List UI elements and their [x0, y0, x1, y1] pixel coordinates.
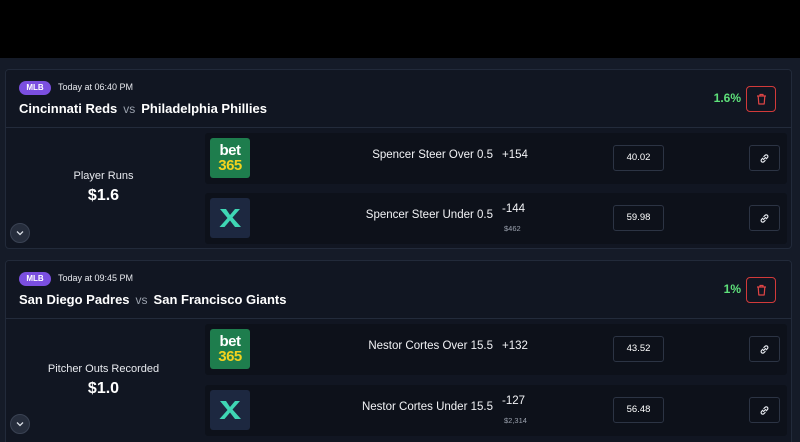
link-button[interactable]	[749, 145, 780, 171]
bet-row: Spencer Steer Under 0.5 -144 $462 59.98	[205, 193, 787, 244]
odds-value: +132	[502, 340, 528, 352]
bet365-logo-text-top: bet	[219, 333, 242, 350]
bet-row: Nestor Cortes Under 15.5 -127 $2,314 56.…	[205, 385, 787, 436]
odds-value: +154	[502, 149, 528, 161]
link-icon	[760, 405, 769, 415]
market-amount: $1.0	[87, 380, 120, 397]
selection-label: Spencer Steer Over 0.5	[372, 149, 493, 161]
arb-card-padres-giants: MLB Today at 09:45 PM San Diego Padres vs…	[5, 260, 792, 442]
profit-percent: 1%	[723, 282, 741, 296]
matchup: Cincinnati Reds vs Philadelphia Phillies	[19, 101, 267, 116]
matchup: San Diego Padres vs San Francisco Giants	[19, 292, 286, 307]
x-logo-icon	[210, 390, 250, 430]
stake-input[interactable]: 43.52	[613, 336, 664, 362]
profit-percent: 1.6%	[713, 91, 741, 105]
home-team: Cincinnati Reds	[19, 101, 118, 116]
chevron-down-icon	[16, 422, 24, 427]
home-team: San Diego Padres	[19, 292, 130, 307]
stake-input[interactable]: 56.48	[613, 397, 664, 423]
bet365-logo: bet 365	[210, 329, 250, 369]
selection-label: Spencer Steer Under 0.5	[365, 209, 493, 221]
market-info: Player Runs $1.6	[6, 170, 201, 205]
market-info: Pitcher Outs Recorded $1.0	[6, 363, 201, 398]
link-icon	[760, 344, 769, 354]
delete-button[interactable]	[746, 86, 776, 112]
link-button[interactable]	[749, 205, 780, 231]
bet365-logo-text-top: bet	[219, 142, 242, 159]
bet365-logo: bet 365	[210, 138, 250, 178]
link-button[interactable]	[749, 336, 780, 362]
vs-label: vs	[123, 102, 136, 116]
bet-row: bet 365 Spencer Steer Over 0.5 +154 40.0…	[205, 133, 787, 184]
odds-limit: $462	[504, 224, 521, 233]
arb-card-reds-phillies: MLB Today at 06:40 PM Cincinnati Reds vs P…	[5, 69, 792, 249]
card-header: MLB Today at 09:45 PM San Diego Padres vs…	[6, 261, 791, 319]
bet365-logo-text-bottom: 365	[218, 157, 242, 174]
market-name: Player Runs	[73, 170, 134, 182]
expand-button[interactable]	[10, 414, 30, 434]
game-time: Today at 06:40 PM	[58, 82, 134, 92]
stake-input[interactable]: 59.98	[613, 205, 664, 231]
link-button[interactable]	[749, 397, 780, 423]
market-amount: $1.6	[87, 187, 120, 204]
selection-label: Nestor Cortes Under 15.5	[361, 401, 493, 413]
league-badge: MLB	[19, 272, 51, 286]
selection-label: Nestor Cortes Over 15.5	[368, 340, 493, 352]
away-team: San Francisco Giants	[153, 292, 287, 307]
away-team: Philadelphia Phillies	[141, 101, 267, 116]
trash-icon	[756, 284, 766, 296]
link-icon	[760, 153, 769, 163]
delete-button[interactable]	[746, 277, 776, 303]
odds-limit: $2,314	[504, 416, 527, 425]
trash-icon	[756, 93, 766, 105]
expand-button[interactable]	[10, 223, 30, 243]
vs-label: vs	[135, 293, 148, 307]
card-header: MLB Today at 06:40 PM Cincinnati Reds vs P…	[6, 70, 791, 128]
x-logo-icon	[210, 198, 250, 238]
market-name: Pitcher Outs Recorded	[47, 363, 160, 375]
odds-value: -127	[502, 395, 526, 407]
bet-row: bet 365 Nestor Cortes Over 15.5 +132 43.…	[205, 324, 787, 375]
league-badge: MLB	[19, 81, 51, 95]
stake-input[interactable]: 40.02	[613, 145, 664, 171]
chevron-down-icon	[16, 231, 24, 236]
game-time: Today at 09:45 PM	[58, 273, 134, 283]
odds-value: -144	[502, 203, 526, 215]
link-icon	[760, 213, 769, 223]
bet365-logo-text-bottom: 365	[218, 348, 242, 365]
